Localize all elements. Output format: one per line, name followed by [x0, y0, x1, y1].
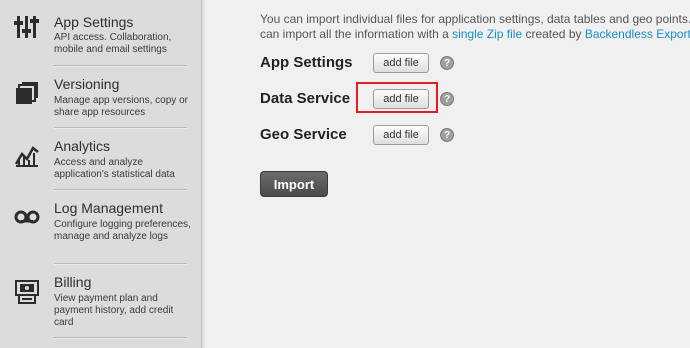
billing-icon [15, 280, 39, 304]
tape-icon [14, 210, 40, 224]
geo-service-label: Geo Service [260, 126, 347, 143]
sidebar-item-app-settings[interactable]: App Settings API access. Collaboration, … [0, 0, 202, 62]
sidebar-item-versioning[interactable]: Versioning Manage app versions, copy or … [0, 66, 202, 128]
import-button[interactable]: Import [260, 171, 328, 197]
sidebar: App Settings API access. Collaboration, … [0, 0, 206, 348]
sidebar-item-desc: Manage app versions, copy or share app r… [54, 95, 188, 118]
geo-service-help-icon[interactable]: ? [440, 128, 454, 142]
sidebar-item-desc: Access and analyze application's statist… [54, 157, 175, 180]
data-service-help-icon[interactable]: ? [440, 92, 454, 106]
import-panel: You can import individual files for appl… [203, 0, 690, 348]
intro-line-2: can import all the information with a si… [260, 27, 690, 42]
intro-line-1: You can import individual files for appl… [260, 12, 690, 26]
line-chart-icon [14, 146, 39, 167]
backendless-export-link[interactable]: Backendless Export [585, 27, 690, 41]
sidebar-item-billing[interactable]: Billing View payment plan and payment hi… [0, 264, 202, 328]
app-settings-add-file-button[interactable]: add file [373, 53, 429, 73]
intro-line-2-prefix: can import all the information with a [260, 27, 453, 41]
single-zip-link[interactable]: single Zip file [452, 27, 522, 41]
sidebar-item-desc: API access. Collaboration, mobile and em… [54, 32, 172, 55]
intro-text: You can import individual files for appl… [260, 12, 690, 42]
sidebar-item-desc: View payment plan and payment history, a… [54, 293, 174, 328]
sidebar-item-log-management[interactable]: Log Management Configure logging prefere… [0, 190, 202, 252]
sidebar-item-title: Analytics [54, 138, 111, 154]
sidebar-item-title: App Settings [54, 14, 134, 30]
sidebar-item-desc: Configure logging preferences, manage an… [54, 219, 191, 242]
sidebar-item-title: Billing [54, 274, 92, 290]
highlight-box [356, 82, 438, 113]
app-settings-help-icon[interactable]: ? [440, 56, 454, 70]
app-settings-label: App Settings [260, 54, 353, 71]
sliders-icon [14, 16, 39, 38]
sidebar-item-title: Versioning [54, 76, 120, 92]
layers-icon [16, 82, 38, 104]
intro-line-2-middle: created by [522, 27, 585, 41]
sidebar-item-analytics[interactable]: Analytics Access and analyze application… [0, 128, 202, 190]
geo-service-add-file-button[interactable]: add file [373, 125, 429, 145]
sidebar-separator [54, 337, 187, 338]
sidebar-item-title: Log Management [54, 200, 163, 216]
data-service-label: Data Service [260, 90, 351, 107]
